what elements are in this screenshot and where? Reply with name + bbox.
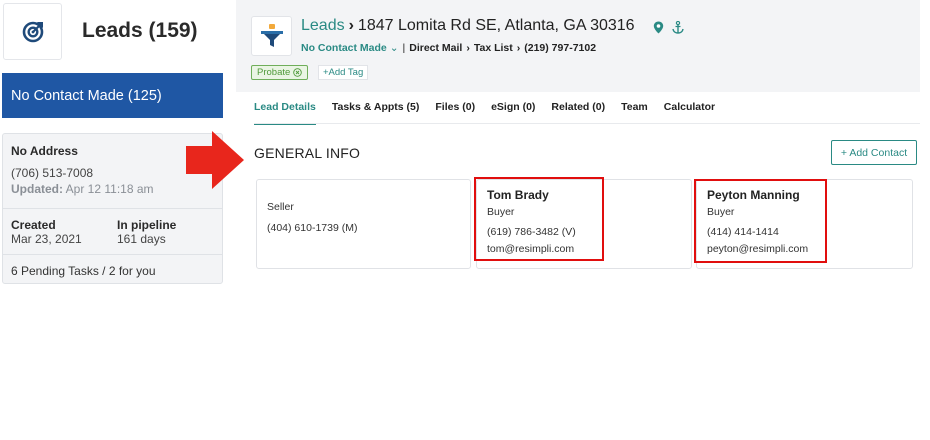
target-icon [22, 21, 43, 42]
leads-count-title: Leads (159) [82, 19, 198, 42]
updated-value: Apr 12 11:18 am [65, 182, 154, 196]
contact-role: Buyer [487, 206, 515, 218]
status-label: No Contact Made (125) [11, 87, 162, 104]
tab-files[interactable]: Files (0) [435, 101, 475, 125]
tabs-divider [254, 123, 920, 124]
right-arrow-icon [186, 131, 244, 189]
funnel-icon [260, 24, 283, 47]
contact-phone[interactable]: (619) 786-3482 (V) [487, 226, 576, 238]
add-contact-button[interactable]: + Add Contact [831, 140, 917, 165]
lead-address: 1847 Lomita Rd SE, Atlanta, GA 30316 [357, 17, 635, 34]
lead-status-value: No Contact Made [301, 42, 387, 54]
lead-phone[interactable]: (706) 513-7008 [11, 166, 214, 180]
lead-subline: No Contact Made ⌄ | Direct Mail › Tax List ›(… [301, 42, 596, 54]
lead-source-phone: (219) 797-7102 [524, 42, 597, 54]
lead-sidebar: Leads (159) No Contact Made (125) No Add… [0, 0, 224, 440]
created-column: Created Mar 23, 2021 [11, 218, 82, 246]
dates-section: Created Mar 23, 2021 In pipeline 161 day… [3, 209, 222, 255]
contact-role: Seller [267, 201, 294, 213]
address-label: No Address [11, 144, 78, 158]
tab-tasks-appts[interactable]: Tasks & Appts (5) [332, 101, 420, 125]
pipeline-column: In pipeline 161 days [117, 218, 176, 246]
tab-esign[interactable]: eSign (0) [491, 101, 535, 125]
tab-team[interactable]: Team [621, 101, 648, 125]
lead-list: Tax List [473, 42, 513, 54]
lead-title: Leads › 1847 Lomita Rd SE, Atlanta, GA 303… [301, 17, 635, 35]
chevron-right-icon: › [516, 42, 521, 54]
leads-breadcrumb-link[interactable]: Leads [301, 17, 345, 34]
contact-card-buyer-2[interactable]: Peyton Manning Buyer (414) 414-1414 peyt… [696, 179, 913, 269]
contact-email[interactable]: tom@resimpli.com [487, 243, 574, 255]
pipeline-value: 161 days [117, 232, 166, 246]
tag-probate: Probate [251, 65, 309, 80]
contact-name: Tom Brady [487, 188, 549, 202]
header-icons [653, 21, 684, 34]
chevron-down-icon: ⌄ [389, 42, 399, 54]
leads-logo [3, 3, 62, 60]
status-bar[interactable]: No Contact Made (125) [2, 73, 223, 118]
lead-tabs: Lead Details Tasks & Appts (5) Files (0)… [254, 101, 731, 125]
pipeline-label: In pipeline [117, 218, 177, 232]
tag-label: Probate [257, 67, 291, 78]
updated-label: Updated: [11, 182, 63, 196]
contact-card-seller[interactable]: Seller (404) 610-1739 (M) [256, 179, 471, 269]
contact-email[interactable]: peyton@resimpli.com [707, 243, 808, 255]
anchor-icon[interactable] [672, 21, 684, 34]
lead-source: Direct Mail [409, 42, 463, 54]
chevron-right-icon: › [348, 17, 354, 34]
close-circle-icon[interactable] [293, 68, 303, 77]
pending-tasks[interactable]: 6 Pending Tasks / 2 for you [11, 264, 156, 278]
contact-name: Peyton Manning [707, 188, 800, 202]
funnel-logo [251, 16, 292, 56]
location-pin-icon[interactable] [653, 21, 664, 34]
created-label: Created [11, 218, 56, 232]
tab-related[interactable]: Related (0) [551, 101, 605, 125]
section-heading: GENERAL INFO [254, 145, 361, 161]
add-tag-button[interactable]: +Add Tag [318, 65, 369, 80]
lead-status-dropdown[interactable]: No Contact Made ⌄ [301, 42, 399, 54]
chevron-right-icon: › [466, 42, 470, 54]
contact-card-buyer-1[interactable]: Tom Brady Buyer (619) 786-3482 (V) tom@r… [476, 179, 692, 269]
contact-phone[interactable]: (404) 610-1739 (M) [267, 222, 357, 234]
lead-header: Leads › 1847 Lomita Rd SE, Atlanta, GA 303… [236, 0, 920, 92]
contact-phone[interactable]: (414) 414-1414 [707, 226, 779, 238]
contact-role: Buyer [707, 206, 735, 218]
tab-lead-details[interactable]: Lead Details [254, 101, 316, 125]
tab-calculator[interactable]: Calculator [664, 101, 715, 125]
created-value: Mar 23, 2021 [11, 232, 82, 246]
updated-timestamp: Updated: Apr 12 11:18 am [11, 182, 214, 196]
divider: | [402, 42, 406, 54]
